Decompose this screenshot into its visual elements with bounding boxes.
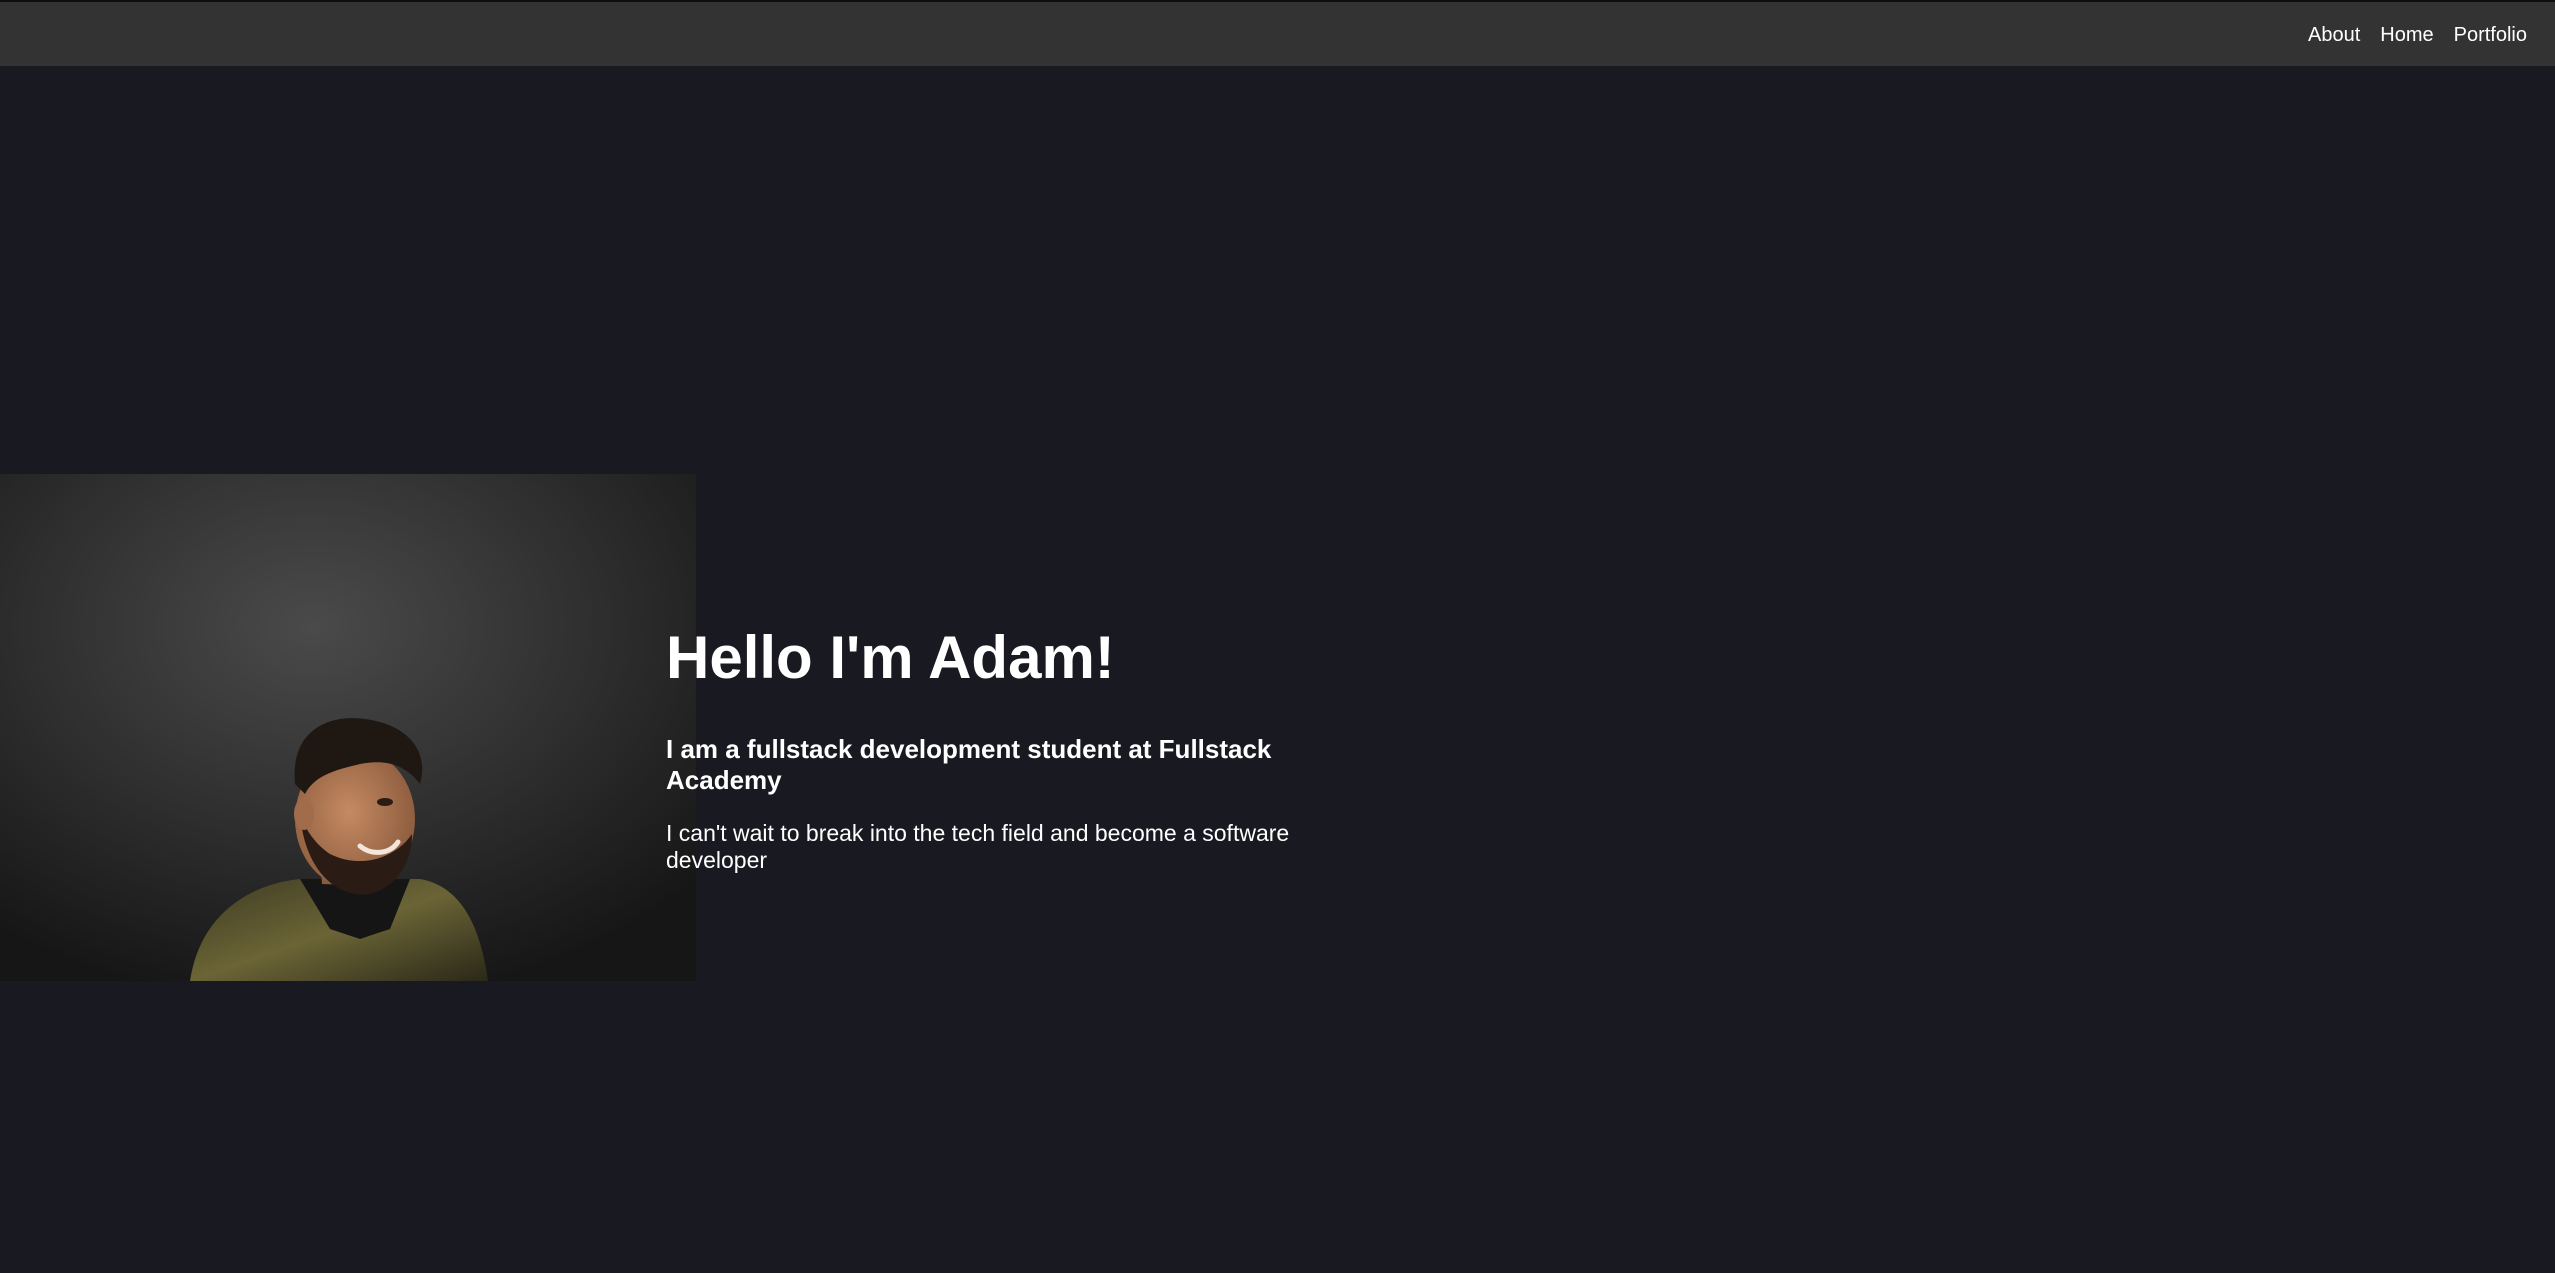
top-navbar: About Home Portfolio [0,0,2555,66]
hero-text: I can't wait to break into the tech fiel… [666,820,1290,873]
nav-link-home[interactable]: Home [2380,22,2433,48]
hero-section: Hello I'm Adam! I am a fullstack develop… [666,620,1326,874]
hero-subheading: I am a fullstack development student at … [666,734,1272,795]
nav-link-portfolio[interactable]: Portfolio [2454,22,2527,48]
nav-links: About Home Portfolio [2308,22,2527,48]
profile-photo [0,474,696,981]
hero-heading: Hello I'm Adam! [666,624,1115,691]
nav-link-about[interactable]: About [2308,22,2360,48]
